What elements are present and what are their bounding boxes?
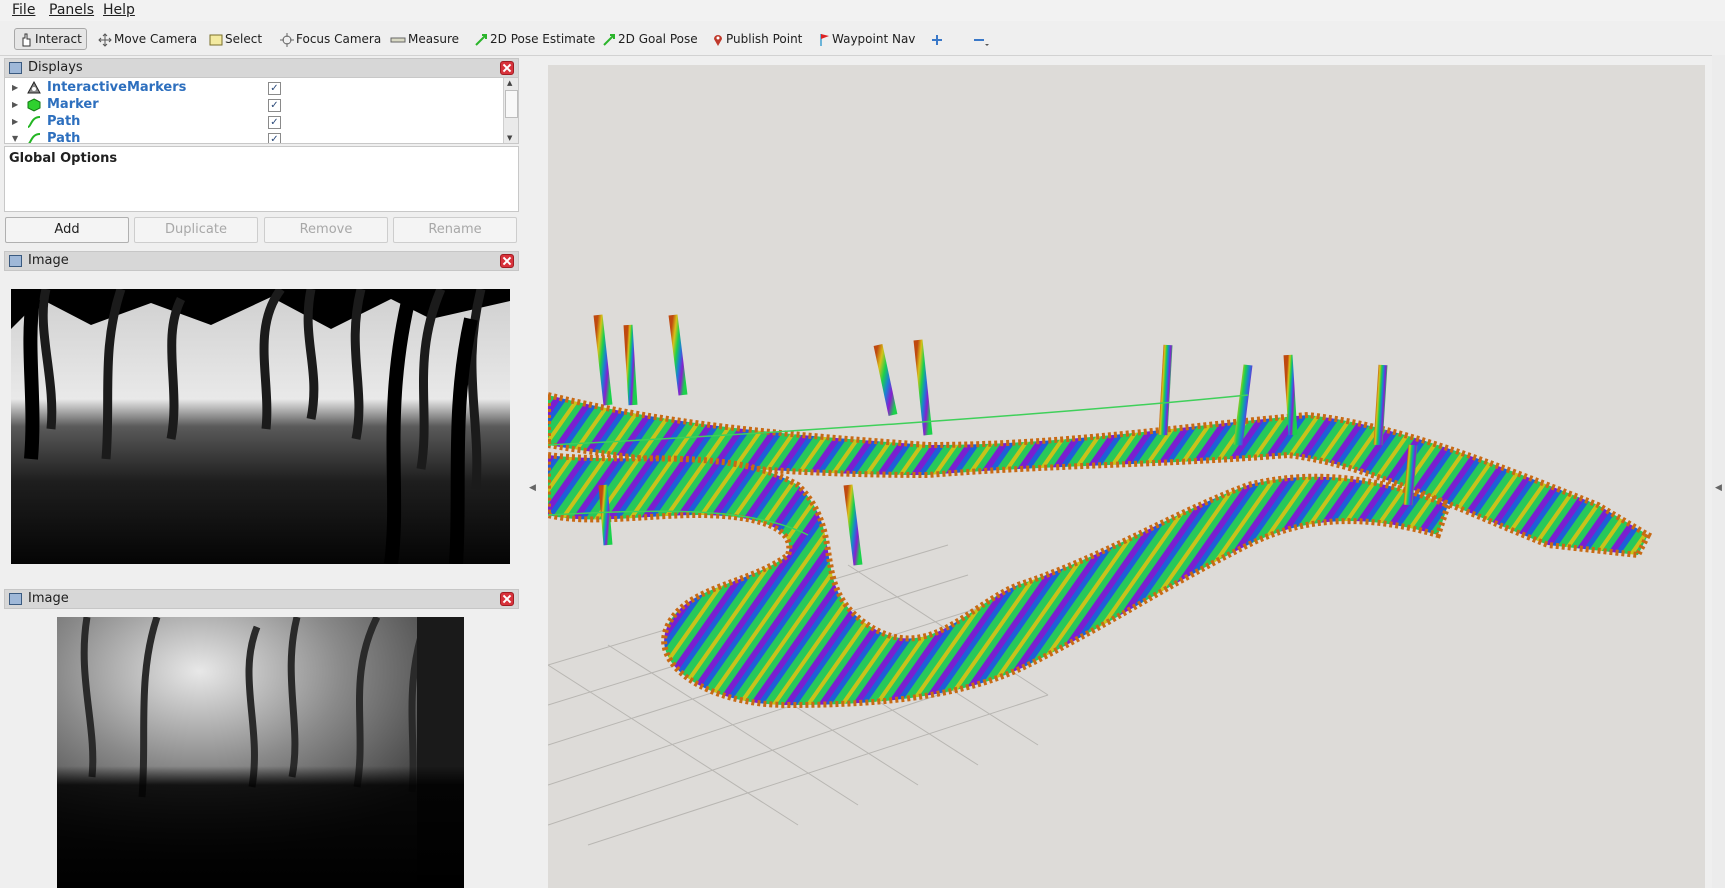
global-options-box: Global Options [4,146,519,212]
scroll-thumb[interactable] [505,90,518,118]
display-item-marker[interactable]: ▶ Marker ✓ [5,97,500,114]
select-box-icon [209,34,223,45]
image-panel-title: Image [28,591,69,606]
visibility-checkbox[interactable]: ✓ [268,99,281,112]
image-panel-header-1: Image [4,251,519,271]
goal-arrow-green-icon [603,33,615,46]
ruler-icon [390,37,406,42]
scroll-up-icon[interactable]: ▲ [507,79,512,87]
close-icon[interactable] [500,592,514,606]
display-item-path-2[interactable]: ▼ Path ✓ [5,131,500,143]
collapse-right-arrow-icon[interactable]: ◀ [1715,483,1722,493]
depth-image-1-render [11,289,510,564]
depth-image-2 [57,617,464,888]
displays-scrollbar[interactable]: ▲ ▼ [503,78,518,143]
displays-title: Displays [28,60,83,75]
toolbar: Interact Move Camera Select Focus Camera… [0,22,1725,56]
publish-point-tool-button[interactable]: Publish Point [708,28,806,50]
select-tool-button[interactable]: Select [205,28,266,50]
expand-arrow-icon[interactable]: ▶ [12,83,18,92]
plus-icon [932,34,942,45]
flag-icon [820,33,829,46]
collapse-left-arrow-icon[interactable]: ◀ [529,483,536,493]
map-pin-icon [714,34,722,46]
close-icon[interactable] [500,61,514,75]
menu-panels[interactable]: Panels [49,2,94,18]
point-cloud-render [548,314,1652,846]
rename-display-button[interactable]: Rename [393,217,517,243]
expand-arrow-icon[interactable]: ▶ [12,117,18,126]
waypoint-nav-tool-button[interactable]: Waypoint Nav [814,28,919,50]
depth-image-2-render [57,617,464,888]
pose-estimate-tool-button[interactable]: 2D Pose Estimate [470,28,599,50]
visibility-checkbox[interactable]: ✓ [268,133,281,143]
pose-arrow-green-icon [475,33,487,46]
interact-tool-button[interactable]: Interact [14,28,87,50]
image-panel-header-2: Image [4,589,519,609]
focus-camera-icon [280,32,294,47]
path-icon [27,116,41,128]
expand-arrow-icon[interactable]: ▶ [12,100,18,109]
right-dock-edge: ◀ [1712,55,1725,888]
monitor-icon [9,62,22,74]
scroll-down-icon[interactable]: ▼ [507,134,512,142]
visibility-checkbox[interactable]: ✓ [268,82,281,95]
image-panel-title: Image [28,253,69,268]
marker-icon [27,98,41,112]
3d-viewport[interactable] [548,65,1705,888]
add-tool-button[interactable] [926,28,950,50]
display-item-path[interactable]: ▶ Path ✓ [5,114,500,131]
global-options-label: Global Options [9,151,118,166]
menu-bar: File Panels Help [0,0,1725,21]
displays-panel-header: Displays [4,58,519,78]
expand-arrow-icon[interactable]: ▼ [12,134,18,143]
image-icon [9,593,22,605]
remove-display-button[interactable]: Remove [264,217,388,243]
focus-camera-tool-button[interactable]: Focus Camera [276,28,385,50]
move-camera-tool-button[interactable]: Move Camera [94,28,201,50]
duplicate-display-button[interactable]: Duplicate [134,217,258,243]
measure-tool-button[interactable]: Measure [386,28,463,50]
goal-pose-tool-button[interactable]: 2D Goal Pose [598,28,702,50]
displays-tree: ▶ InteractiveMarkers ✓ ▶ Marker ✓ ▶ Path… [4,77,519,144]
add-display-button[interactable]: Add [5,217,129,243]
depth-image-1 [11,289,510,564]
minus-icon [974,38,989,46]
display-item-interactive-markers[interactable]: ▶ InteractiveMarkers ✓ [5,80,500,97]
remove-tool-button[interactable] [968,28,996,50]
visibility-checkbox[interactable]: ✓ [268,116,281,129]
menu-help[interactable]: Help [103,2,135,18]
image-icon [9,255,22,267]
interactive-markers-icon [27,81,41,94]
hand-pointer-icon [22,33,31,46]
path-icon [27,133,41,143]
close-icon[interactable] [500,254,514,268]
menu-file[interactable]: File [12,2,35,18]
move-camera-icon [98,32,112,47]
